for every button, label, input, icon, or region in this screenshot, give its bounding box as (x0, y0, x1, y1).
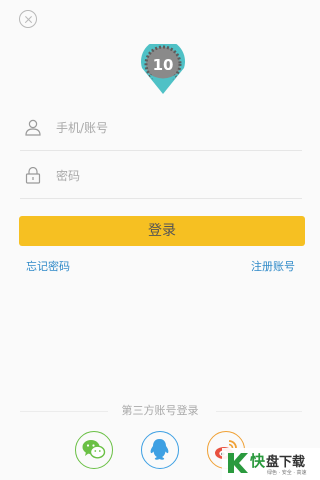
password-input[interactable] (56, 164, 286, 188)
user-icon (25, 119, 41, 136)
password-field (20, 152, 302, 199)
login-button[interactable]: 登录 (19, 216, 305, 246)
app-logo: 10 (137, 39, 189, 96)
watermark-name: 盘下载 (266, 455, 306, 470)
divider-right (216, 411, 302, 412)
qq-login-button[interactable] (141, 431, 179, 469)
watermark-k-icon (228, 453, 248, 473)
close-button[interactable] (19, 10, 37, 28)
logo-text: 10 (153, 56, 174, 74)
forgot-password-link[interactable]: 忘记密码 (26, 258, 70, 274)
account-field (20, 104, 302, 151)
third-party-title: 第三方账号登录 (121, 404, 199, 417)
watermark-char: 快 (250, 452, 266, 470)
wechat-login-button[interactable] (75, 431, 113, 469)
lock-icon (25, 167, 41, 184)
wechat-icon (82, 440, 106, 459)
logo-pin-icon: 10 (141, 39, 185, 94)
register-link[interactable]: 注册账号 (251, 258, 295, 274)
account-input[interactable] (56, 116, 286, 140)
qq-icon (150, 439, 169, 460)
watermark-logo: 快 盘下载 绿色 · 安全 · 高速 (222, 448, 320, 480)
watermark-sub: 绿色 · 安全 · 高速 (267, 470, 307, 476)
